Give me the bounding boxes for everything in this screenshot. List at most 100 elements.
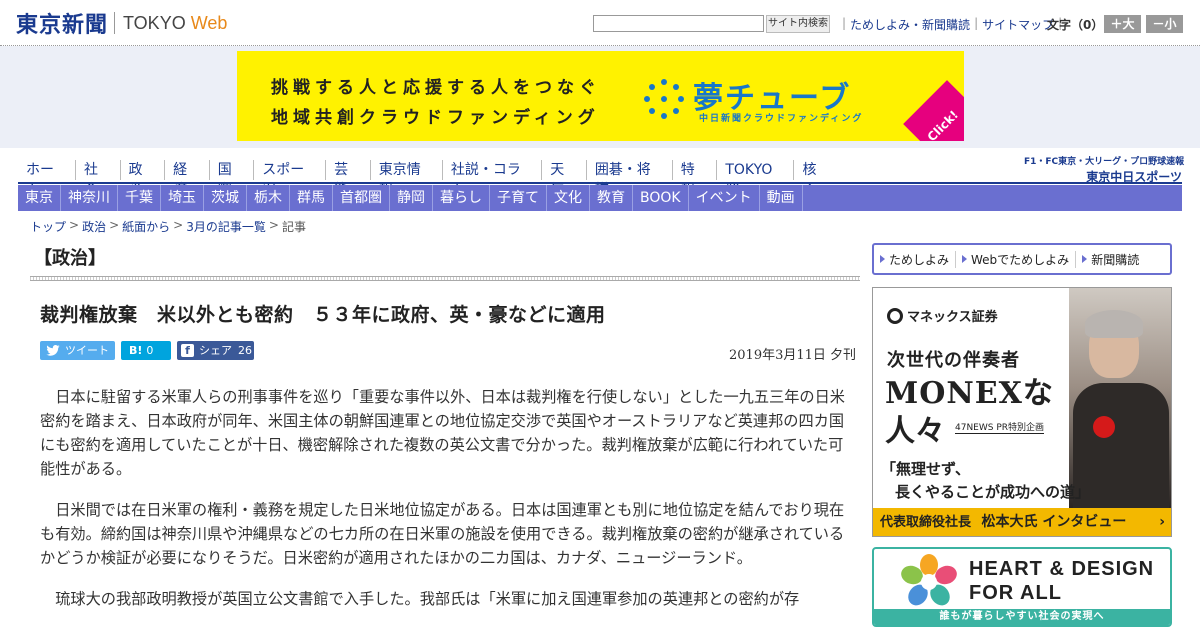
nav-item-core[interactable]: 核心 [793,160,838,198]
nav-item-editorial[interactable]: 社説・コラム [441,160,541,198]
top-ad-band: 挑戦する人と応援する人をつなぐ 地域共創クラウドファンディング 夢チューブ 中日… [0,46,1200,148]
logo-english: TOKYO [123,12,186,33]
local-nav-shizuoka[interactable]: 静岡 [390,185,433,211]
site-search-button[interactable]: サイト内検索 [766,15,830,33]
local-nav-chiba[interactable]: 千葉 [118,185,161,211]
monex-interview-link[interactable]: 代表取締役社長 松本大氏 インタビュー › [873,508,1171,536]
article-paragraph: 日本に駐留する米軍人らの刑事事件を巡り「重要な事件以外、日本は裁判権を行使しない… [40,388,845,478]
subscription-links-box: ためしよみ Webでためしよみ 新聞購読 [872,243,1172,275]
local-nav-book[interactable]: BOOK [633,185,689,211]
interviewee-photo [1069,288,1171,513]
local-nav-tochigi[interactable]: 栃木 [247,185,290,211]
nav-item-tokyo-info[interactable]: 東京情報 [369,160,442,198]
font-size-down-button[interactable]: －小 [1146,15,1183,33]
article-paragraph: 日米間では在日米軍の権利・義務を規定した日米地位協定がある。日本は国連軍とも別に… [40,501,845,567]
local-nav-culture[interactable]: 文化 [547,185,590,211]
heart-ad-title-1: HEART & DESIGN [969,558,1155,580]
local-navigation: 東京 神奈川 千葉 埼玉 茨城 栃木 群馬 首都圏 静岡 暮らし 子育て 文化 … [18,185,1182,211]
photo-hair-shape [1085,310,1143,338]
font-size-label-text: 文字（0） [1047,18,1104,32]
logo-divider [114,12,116,34]
yume-tube-dots-icon [644,79,684,119]
flower-logo-icon [901,554,957,606]
triangle-right-icon [1082,255,1088,263]
chunichi-sports-link[interactable]: F1・FC東京・大リーグ・プロ野球速報 東京中日スポーツ [1024,154,1185,184]
local-nav-kanagawa[interactable]: 神奈川 [61,185,118,211]
monex-mark-icon [887,307,903,324]
section-divider [30,276,860,281]
nav-item-sports[interactable]: スポーツ [253,160,325,198]
util-separator: | [842,16,847,30]
breadcrumb-from-paper[interactable]: 紙面から [122,218,170,235]
site-header: 東京新聞 TOKYO Web サイト内検索 | ためしよみ・新聞購読 | サイト… [0,0,1200,46]
site-logo[interactable]: 東京新聞 TOKYO Web [16,8,227,38]
heart-ad-tagline: 誰もが暮らしやすい社会の実現へ [874,609,1170,625]
nav-item-politics[interactable]: 政治 [119,160,165,198]
nav-item-tokyo-hatsu[interactable]: TOKYO発 [716,160,793,198]
monex-pr-tag: 47NEWS PR特別企画 [955,420,1045,434]
util-separator: | [974,16,979,30]
sub-link-web-trial[interactable]: Webでためしよみ [956,250,1077,268]
breadcrumb-march-list[interactable]: 3月の記事一覧 [186,218,266,235]
nav-item-economy[interactable]: 経済 [164,160,209,198]
crowdfunding-ad-banner[interactable]: 挑戦する人と応援する人をつなぐ 地域共創クラウドファンディング 夢チューブ 中日… [237,51,964,141]
nav-item-international[interactable]: 国際 [208,160,254,198]
monex-logo: マネックス証券 [887,306,998,325]
chevron-right-icon: › [1159,514,1165,530]
logo-japanese: 東京新聞 [16,12,109,38]
local-nav-events[interactable]: イベント [689,185,760,211]
article-paragraph: 琉球大の我部政明教授が英国立公文書館で入手した。我部氏は「米軍に加え国連軍参加の… [55,590,800,608]
local-nav-saitama[interactable]: 埼玉 [161,185,204,211]
chunichi-sports-tagline: F1・FC東京・大リーグ・プロ野球速報 [1024,157,1185,167]
site-search-input[interactable] [593,15,764,32]
local-nav-education[interactable]: 教育 [590,185,633,211]
share-facebook-count: 26 [238,344,252,357]
sub-link-subscribe[interactable]: 新聞購読 [1076,251,1145,268]
article-title: 裁判権放棄 米以外とも密約 ５３年に政府、英・豪などに適用 [40,304,606,326]
local-nav-lifestyle[interactable]: 暮らし [433,185,490,211]
share-twitter-label: ツイート [65,344,109,357]
ad-line-2: 地域共創クラウドファンディング [271,108,600,128]
monex-headline-3: 人々 [885,414,945,449]
share-hatena-button[interactable]: B! 0 [121,341,171,360]
sub-link-trial[interactable]: ためしよみ [874,250,957,268]
sub-link-trial-label: ためしよみ [889,252,950,267]
local-nav-tokyo[interactable]: 東京 [18,185,61,211]
section-heading: 【政治】 [34,248,106,269]
utility-links: | ためしよみ・新聞購読 | サイトマップ | [838,16,1066,33]
monex-logo-text: マネックス証券 [907,310,998,325]
util-link-subscribe[interactable]: ためしよみ・新聞購読 [850,16,970,33]
facebook-icon: f [181,344,194,357]
twitter-bird-icon [46,345,60,356]
monex-ad-banner[interactable]: マネックス証券 次世代の伴奏者 MONEXな 人々 47NEWS PR特別企画 … [872,287,1172,537]
main-navigation: ホーム 社会 政治 経済 国際 スポーツ 芸能 東京情報 社説・コラム 天気 囲… [18,160,838,198]
local-nav-parenting[interactable]: 子育て [490,185,547,211]
breadcrumb-separator: > [109,218,120,232]
share-twitter-button[interactable]: ツイート [40,341,115,360]
sub-link-web-trial-label: Webでためしよみ [971,252,1070,267]
nav-item-weather[interactable]: 天気 [541,160,586,198]
heart-design-ad-banner[interactable]: HEART & DESIGN FOR ALL 誰もが暮らしやすい社会の実現へ [872,547,1172,627]
breadcrumb-politics[interactable]: 政治 [82,218,106,235]
breadcrumb-top[interactable]: トップ [30,218,66,235]
nav-item-home[interactable]: ホーム [18,160,75,198]
share-facebook-button[interactable]: f シェア 26 [177,341,254,360]
local-nav-gunma[interactable]: 群馬 [290,185,333,211]
local-nav-video[interactable]: 動画 [760,185,803,211]
ad-brand-subtitle: 中日新聞クラウドファンディング [699,114,864,124]
breadcrumb-separator: > [69,218,80,232]
nav-item-go-shogi[interactable]: 囲碁・将棋 [585,160,672,198]
monex-footer-name: 松本大氏 インタビュー [981,514,1127,530]
local-nav-ibaraki[interactable]: 茨城 [204,185,247,211]
util-link-sitemap[interactable]: サイトマップ [982,16,1054,33]
share-hatena-count: 0 [146,344,154,357]
logo-web: Web [190,12,228,33]
local-nav-shutoken[interactable]: 首都圏 [333,185,390,211]
nav-item-entertainment[interactable]: 芸能 [325,160,370,198]
font-size-up-button[interactable]: ＋大 [1104,15,1141,33]
breadcrumb-current: 記事 [281,220,306,234]
article-date: 2019年3月11日 夕刊 [729,348,857,363]
nav-item-special-report[interactable]: 特報 [671,160,717,198]
sub-link-subscribe-label: 新聞購読 [1091,252,1140,267]
nav-item-society[interactable]: 社会 [74,160,120,198]
